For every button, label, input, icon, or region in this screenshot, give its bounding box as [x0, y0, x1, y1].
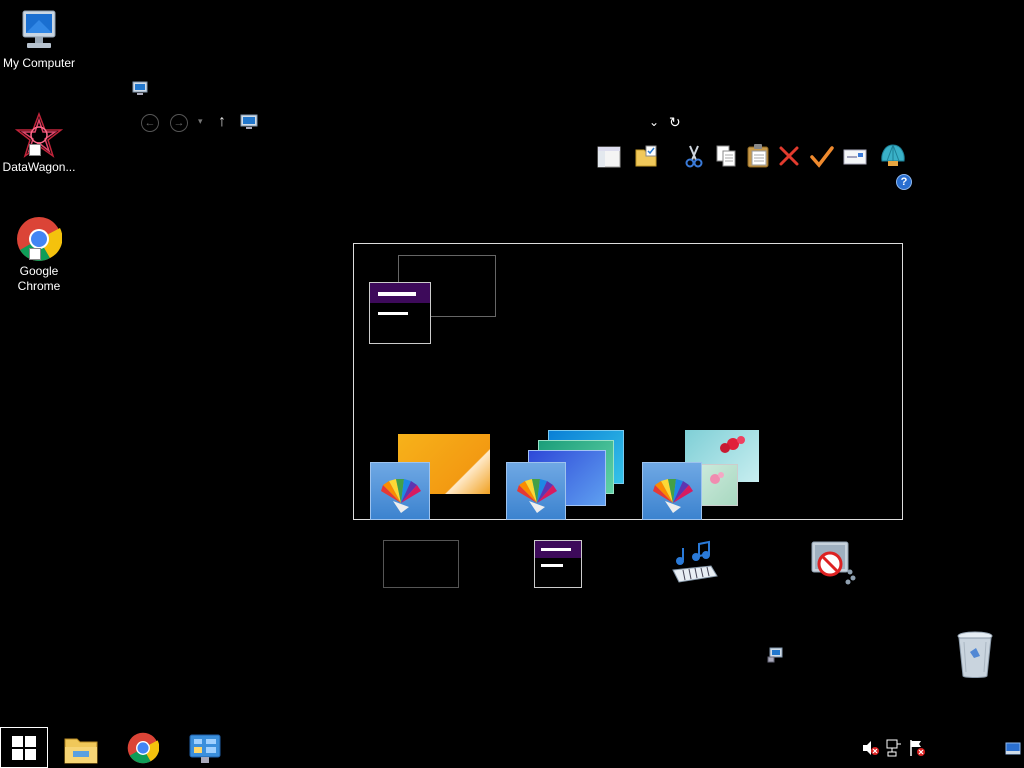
- forward-icon[interactable]: →: [170, 114, 188, 132]
- display-icon: [767, 647, 783, 663]
- sounds-icon[interactable]: [669, 540, 719, 586]
- network-icon[interactable]: [885, 739, 903, 757]
- delete-icon[interactable]: [778, 145, 800, 167]
- theme-flowers[interactable]: [642, 462, 702, 520]
- cut-icon[interactable]: [684, 144, 704, 168]
- chrome-taskbar-icon[interactable]: [127, 732, 159, 764]
- shortcut-arrow-icon: [29, 144, 41, 156]
- desktop-background-setting[interactable]: [383, 540, 459, 588]
- color-fan-icon: [381, 479, 421, 513]
- control-panel-icon[interactable]: [188, 733, 222, 765]
- theme-windows[interactable]: [370, 462, 430, 520]
- this-pc-icon: [132, 81, 148, 95]
- theme-preview-panel: [353, 243, 903, 520]
- start-icon: [12, 735, 36, 760]
- start-button[interactable]: [0, 727, 48, 768]
- recent-locations-icon[interactable]: ▾: [198, 116, 203, 127]
- refresh-icon[interactable]: ↻: [669, 114, 681, 131]
- desktop-icon-label: Google Chrome: [17, 264, 61, 293]
- copy-icon[interactable]: [715, 144, 737, 168]
- mail-icon[interactable]: [843, 148, 867, 166]
- desktop-icon-google-chrome[interactable]: Google Chrome: [0, 216, 78, 294]
- up-icon[interactable]: ↑: [218, 113, 226, 131]
- shell-icon[interactable]: [879, 143, 907, 169]
- color-fan-icon: [653, 479, 693, 513]
- recycle-bin-icon[interactable]: [956, 630, 994, 680]
- location-this-pc-icon[interactable]: [240, 114, 258, 130]
- file-explorer-icon[interactable]: [63, 733, 99, 765]
- action-center-icon[interactable]: [908, 739, 926, 757]
- check-icon[interactable]: [810, 145, 834, 169]
- theme-windows-8[interactable]: [506, 462, 566, 520]
- chevron-down-icon[interactable]: ⌄: [649, 115, 659, 129]
- folder-options-icon[interactable]: [634, 144, 658, 168]
- desktop-icon-label: DataWagon...: [2, 160, 76, 174]
- desktop-icon-datawagon[interactable]: DataWagon...: [0, 112, 78, 175]
- screen-saver-icon[interactable]: [808, 538, 858, 588]
- layout-icon[interactable]: [597, 146, 621, 168]
- color-fan-icon: [517, 479, 557, 513]
- volume-muted-icon[interactable]: [862, 740, 880, 756]
- desktop-icon-label: My Computer: [2, 56, 76, 70]
- paste-icon[interactable]: [746, 143, 770, 169]
- color-setting[interactable]: [534, 540, 582, 588]
- show-desktop-icon[interactable]: [1005, 742, 1021, 756]
- back-icon[interactable]: ←: [141, 114, 159, 132]
- theme-high-contrast[interactable]: [369, 282, 431, 344]
- shortcut-arrow-icon: [29, 248, 41, 260]
- desktop-icon-my-computer[interactable]: My Computer: [0, 8, 78, 71]
- computer-icon: [22, 10, 56, 48]
- help-icon[interactable]: ?: [896, 174, 912, 190]
